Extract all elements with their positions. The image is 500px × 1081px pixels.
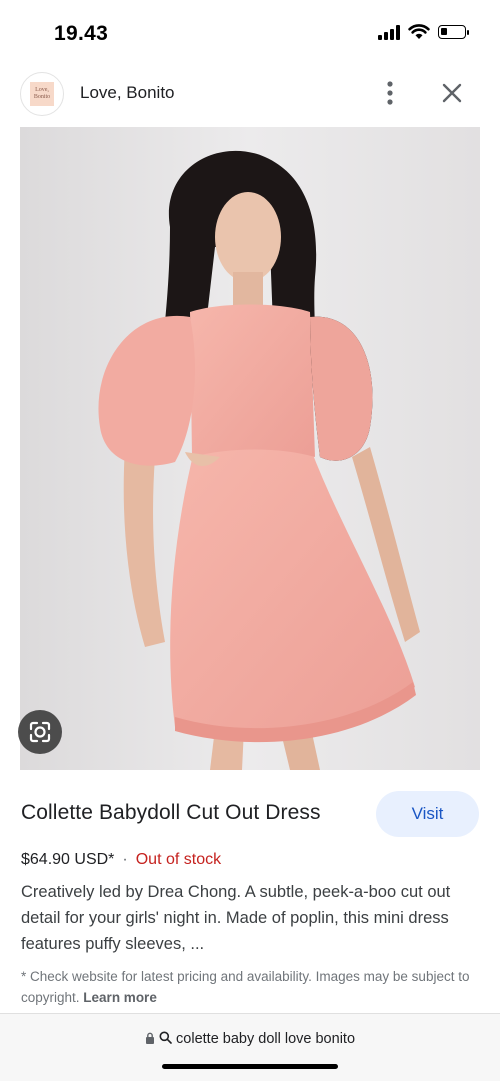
separator: · xyxy=(122,851,128,868)
site-header: Love, Bonito Love, Bonito xyxy=(0,66,500,126)
visit-button[interactable]: Visit xyxy=(376,791,479,837)
site-favicon: Love, Bonito xyxy=(20,72,64,116)
signal-icon xyxy=(378,24,400,40)
battery-icon xyxy=(438,25,469,39)
lock-icon xyxy=(145,1032,154,1044)
product-description: Creatively led by Drea Chong. A subtle, … xyxy=(21,883,451,953)
url-bar[interactable]: colette baby doll love bonito xyxy=(0,1013,500,1081)
close-button[interactable] xyxy=(437,78,467,108)
more-options-button[interactable] xyxy=(377,78,403,108)
status-bar: 19.43 xyxy=(0,0,500,66)
url-text: colette baby doll love bonito xyxy=(176,1031,356,1047)
close-icon xyxy=(442,83,462,103)
url-display[interactable]: colette baby doll love bonito xyxy=(0,1031,500,1047)
stock-status: Out of stock xyxy=(135,851,222,868)
wifi-icon xyxy=(408,24,430,39)
search-icon xyxy=(159,1031,172,1044)
lens-search-button[interactable] xyxy=(18,710,62,754)
price-line: $64.90 USD* · Out of stock xyxy=(21,851,221,869)
more-vert-icon xyxy=(387,81,393,105)
site-name: Love, Bonito xyxy=(80,83,175,102)
status-time: 19.43 xyxy=(54,22,109,45)
lens-search-icon xyxy=(29,721,51,743)
home-indicator[interactable] xyxy=(162,1064,338,1069)
price: $64.90 USD* xyxy=(21,851,115,868)
favicon-logo: Love, Bonito xyxy=(30,82,54,106)
product-title: Collette Babydoll Cut Out Dress xyxy=(21,801,321,824)
learn-more-link[interactable]: Learn more xyxy=(83,990,157,1005)
product-image[interactable] xyxy=(20,127,480,770)
status-icons xyxy=(378,24,469,40)
disclaimer: * Check website for latest pricing and a… xyxy=(21,966,481,1008)
